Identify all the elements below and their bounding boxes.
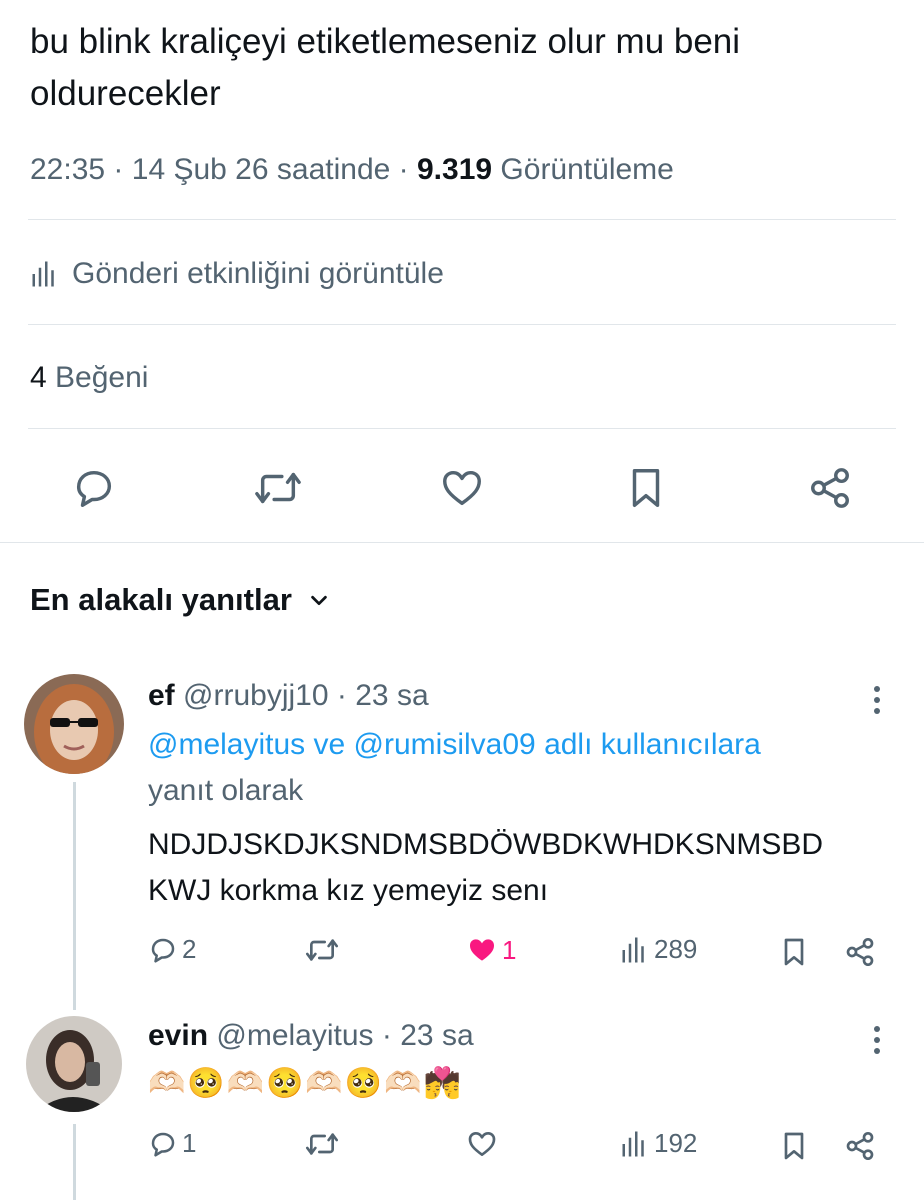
post-activity-label: Gönderi etkinliğini görüntüle bbox=[72, 257, 444, 290]
like-button[interactable] bbox=[466, 1128, 498, 1160]
reply-button[interactable]: 2 bbox=[148, 934, 196, 965]
bar-chart-icon bbox=[30, 259, 60, 289]
bookmark-icon bbox=[778, 936, 810, 968]
bookmark-button[interactable] bbox=[776, 1128, 812, 1164]
reply-author-handle[interactable]: @melayitus bbox=[216, 1019, 373, 1052]
reply-author-handle[interactable]: @rrubyjj10 bbox=[183, 679, 329, 712]
share-icon bbox=[844, 1130, 876, 1162]
reply-time[interactable]: 23 sa bbox=[400, 1019, 473, 1052]
retweet-button[interactable] bbox=[304, 934, 340, 966]
reply-text-line: NDJDJSKDJKSNDMSBDÖWBDKWHDKSNMSBD bbox=[148, 828, 824, 861]
reply-to-line: @melayitus ve @rumisilva09 adlı kullanıc… bbox=[148, 722, 908, 768]
like-button[interactable]: 1 bbox=[466, 934, 516, 966]
reply-button[interactable]: 1 bbox=[148, 1128, 196, 1159]
reply-author-name[interactable]: evin bbox=[148, 1019, 208, 1052]
tweet-meta: 22:35 · 14 Şub 26 saatinde · 9.319 Görün… bbox=[30, 148, 674, 192]
share-button[interactable] bbox=[804, 462, 856, 514]
like-count: 1 bbox=[502, 934, 517, 965]
views-button[interactable]: 192 bbox=[620, 1128, 697, 1159]
likes-count: 4 bbox=[30, 361, 47, 394]
share-button[interactable] bbox=[842, 934, 878, 970]
heart-filled-icon bbox=[466, 934, 498, 966]
meta-separator: · bbox=[398, 153, 409, 186]
reply-icon bbox=[148, 1129, 178, 1159]
divider bbox=[28, 219, 896, 220]
reply-count: 1 bbox=[182, 1128, 197, 1158]
meta-separator: · bbox=[113, 153, 124, 186]
views-button[interactable]: 289 bbox=[620, 934, 697, 965]
likes-summary[interactable]: 4 Beğeni bbox=[30, 356, 148, 400]
reply-to-label: yanıt olarak bbox=[148, 774, 304, 807]
share-button[interactable] bbox=[842, 1128, 878, 1164]
bookmark-button[interactable] bbox=[620, 462, 672, 514]
tweet-time[interactable]: 22:35 bbox=[30, 153, 105, 186]
reply-icon bbox=[71, 465, 117, 511]
reply-author-name[interactable]: ef bbox=[148, 679, 175, 712]
bookmark-icon bbox=[778, 1130, 810, 1162]
more-vertical-icon bbox=[872, 684, 882, 716]
reply-header: ef @rrubyjj10 · 23 sa bbox=[148, 674, 429, 718]
replies-sort-dropdown[interactable]: En alakalı yanıtlar bbox=[30, 578, 330, 622]
bar-chart-icon bbox=[620, 1129, 650, 1159]
meta-separator: · bbox=[381, 1019, 392, 1052]
chevron-down-icon bbox=[308, 589, 330, 611]
heart-icon bbox=[439, 465, 485, 511]
retweet-button[interactable] bbox=[250, 462, 306, 514]
retweet-icon bbox=[304, 1128, 340, 1160]
retweet-icon bbox=[253, 465, 303, 511]
heart-icon bbox=[466, 1128, 498, 1160]
reply-count: 2 bbox=[182, 934, 197, 964]
bar-chart-icon bbox=[620, 935, 650, 965]
avatar[interactable] bbox=[24, 674, 124, 774]
meta-separator: · bbox=[336, 679, 347, 712]
more-options-button[interactable] bbox=[862, 1022, 892, 1058]
bookmark-icon bbox=[623, 465, 669, 511]
views-label: Görüntüleme bbox=[500, 153, 674, 186]
view-count: 192 bbox=[654, 1128, 698, 1158]
more-options-button[interactable] bbox=[862, 682, 892, 718]
mention-link[interactable]: @rumisilva09 bbox=[354, 728, 536, 761]
reply-button[interactable] bbox=[68, 462, 120, 514]
views-count: 9.319 bbox=[417, 153, 493, 186]
reply-time[interactable]: 23 sa bbox=[355, 679, 428, 712]
mention-link[interactable]: @melayitus bbox=[148, 728, 305, 761]
share-icon bbox=[844, 936, 876, 968]
tweet-text: bu blink kraliçeyi etiketlemeseniz olur … bbox=[30, 22, 741, 113]
likes-label: Beğeni bbox=[55, 361, 149, 394]
reply-icon bbox=[148, 935, 178, 965]
mention-suffix: adlı kullanıcılara bbox=[544, 728, 761, 761]
post-activity-link[interactable]: Gönderi etkinliğini görüntüle bbox=[30, 252, 444, 296]
reply-emoji-text: 🫶🏻🥺🫶🏻🥺🫶🏻🥺🫶🏻💏 bbox=[148, 1067, 463, 1100]
retweet-icon bbox=[304, 934, 340, 966]
share-icon bbox=[807, 465, 853, 511]
retweet-button[interactable] bbox=[304, 1128, 340, 1160]
tweet-date[interactable]: 14 Şub 26 saatinde bbox=[132, 153, 391, 186]
divider bbox=[0, 542, 924, 543]
divider bbox=[28, 324, 896, 325]
reply-header: evin @melayitus · 23 sa bbox=[148, 1014, 474, 1058]
mention-connector: ve bbox=[313, 728, 346, 761]
thread-line bbox=[73, 782, 76, 1010]
divider bbox=[28, 428, 896, 429]
reply-text-line: KWJ korkma kız yemeyiz senı bbox=[148, 874, 549, 907]
avatar[interactable] bbox=[26, 1016, 122, 1112]
view-count: 289 bbox=[654, 934, 698, 964]
replies-sort-label: En alakalı yanıtlar bbox=[30, 582, 292, 617]
bookmark-button[interactable] bbox=[776, 934, 812, 970]
more-vertical-icon bbox=[872, 1024, 882, 1056]
like-button[interactable] bbox=[436, 462, 488, 514]
thread-line bbox=[73, 1124, 76, 1200]
